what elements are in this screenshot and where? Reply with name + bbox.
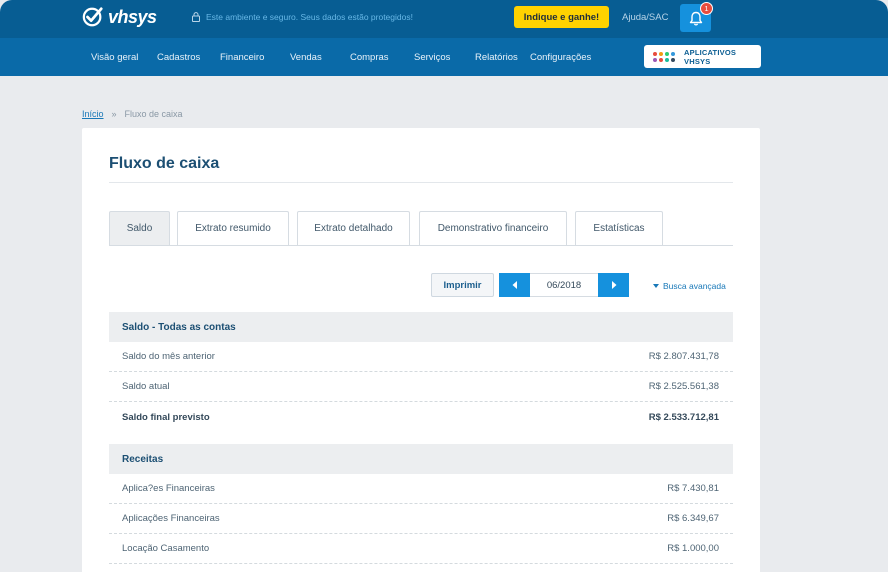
content-panel: Fluxo de caixa Saldo Extrato resumido Ex… xyxy=(82,128,760,572)
period-value[interactable]: 06/2018 xyxy=(530,273,598,297)
breadcrumb: Início » Fluxo de caixa xyxy=(82,109,183,119)
row-label: Saldo do mês anterior xyxy=(122,351,215,362)
table-row-total: Saldo final previsto R$ 2.533.712,81 xyxy=(109,402,733,432)
nav-item-cadastros[interactable]: Cadastros xyxy=(157,52,200,63)
tabs-divider xyxy=(109,245,733,246)
row-label: Saldo atual xyxy=(122,381,170,392)
period-selector: 06/2018 xyxy=(499,273,629,297)
apps-button[interactable]: APLICATIVOS VHSYS xyxy=(644,45,761,68)
row-label: Aplica?es Financeiras xyxy=(122,483,215,494)
notification-count-badge: 1 xyxy=(700,2,713,15)
advanced-search-label: Busca avançada xyxy=(663,281,726,291)
breadcrumb-separator: » xyxy=(111,109,117,119)
row-label: Saldo final previsto xyxy=(122,411,210,423)
lock-icon xyxy=(192,12,200,22)
page-title: Fluxo de caixa xyxy=(109,155,220,172)
nav-item-configuracoes[interactable]: Configurações xyxy=(530,52,591,63)
help-link[interactable]: Ajuda/SAC xyxy=(622,12,668,23)
apps-grid-icon xyxy=(653,51,675,62)
logo-text: vhsys xyxy=(108,6,157,27)
tab-extrato-detalhado[interactable]: Extrato detalhado xyxy=(297,211,410,245)
table-row: Aplicações Financeiras R$ 6.349,67 xyxy=(109,504,733,534)
caret-down-icon xyxy=(653,284,659,288)
indique-button[interactable]: Indique e ganhe! xyxy=(514,6,609,28)
row-label: Locação Casamento xyxy=(122,543,210,554)
tab-demonstrativo-financeiro[interactable]: Demonstrativo financeiro xyxy=(419,211,567,245)
row-value: R$ 2.525.561,38 xyxy=(648,381,719,392)
next-month-button[interactable] xyxy=(598,273,629,297)
logo-check-icon xyxy=(82,7,103,27)
row-value: R$ 6.349,67 xyxy=(667,513,719,524)
chevron-right-icon xyxy=(611,281,616,289)
previous-month-button[interactable] xyxy=(499,273,530,297)
nav-item-financeiro[interactable]: Financeiro xyxy=(220,52,264,63)
chevron-left-icon xyxy=(512,281,517,289)
table-row: Saldo do mês anterior R$ 2.807.431,78 xyxy=(109,342,733,372)
tab-saldo[interactable]: Saldo xyxy=(109,211,170,245)
vhsys-logo[interactable]: vhsys xyxy=(82,5,157,29)
nav-item-compras[interactable]: Compras xyxy=(350,52,389,63)
tab-extrato-resumido[interactable]: Extrato resumido xyxy=(177,211,289,245)
receitas-section-header: Receitas xyxy=(109,444,733,474)
table-row: Locação Casamento R$ 1.000,00 xyxy=(109,534,733,564)
bell-icon xyxy=(689,11,702,25)
breadcrumb-home-link[interactable]: Início xyxy=(82,109,104,119)
secure-text: Este ambiente e seguro. Seus dados estão… xyxy=(206,12,413,22)
row-value: R$ 7.430,81 xyxy=(667,483,719,494)
table-row: Aplica?es Financeiras R$ 7.430,81 xyxy=(109,474,733,504)
secure-notice: Este ambiente e seguro. Seus dados estão… xyxy=(192,12,413,22)
row-value: R$ 1.000,00 xyxy=(667,543,719,554)
nav-item-servicos[interactable]: Serviços xyxy=(414,52,450,63)
row-label: Aplicações Financeiras xyxy=(122,513,220,524)
nav-item-relatorios[interactable]: Relatórios xyxy=(475,52,518,63)
tab-estatisticas[interactable]: Estatísticas xyxy=(575,211,663,245)
row-value: R$ 2.533.712,81 xyxy=(648,411,719,423)
advanced-search-toggle[interactable]: Busca avançada xyxy=(653,281,726,291)
title-divider xyxy=(109,182,733,183)
apps-label: APLICATIVOS VHSYS xyxy=(684,47,737,66)
app-window: vhsys Este ambiente e seguro. Seus dados… xyxy=(0,0,888,572)
table-row: Saldo atual R$ 2.525.561,38 xyxy=(109,372,733,402)
print-button[interactable]: Imprimir xyxy=(431,273,494,297)
top-bar: vhsys Este ambiente e seguro. Seus dados… xyxy=(0,0,888,38)
saldo-section-header: Saldo - Todas as contas xyxy=(109,312,733,342)
breadcrumb-current: Fluxo de caixa xyxy=(124,109,183,119)
nav-item-visao-geral[interactable]: Visão geral xyxy=(91,52,138,63)
nav-item-vendas[interactable]: Vendas xyxy=(290,52,322,63)
row-value: R$ 2.807.431,78 xyxy=(648,351,719,362)
